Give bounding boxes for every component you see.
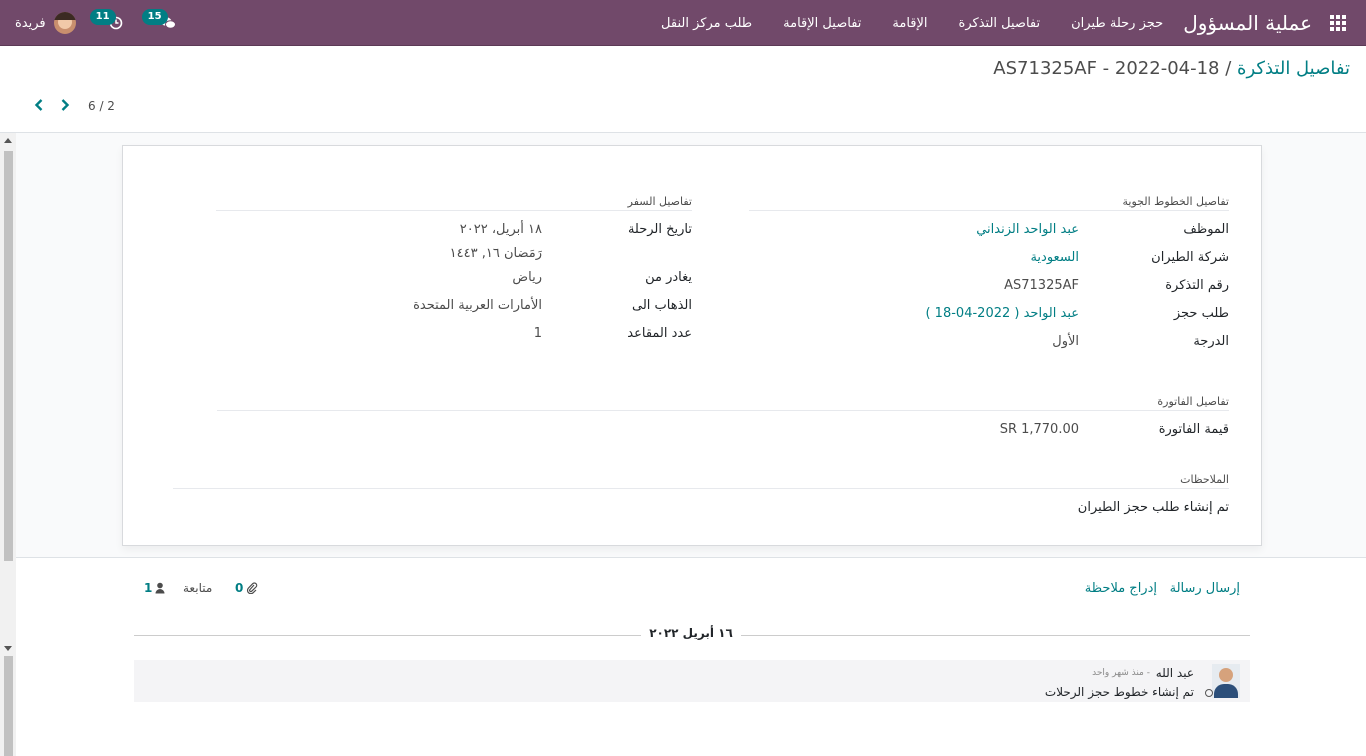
seats-label: عدد المقاعد	[627, 326, 692, 341]
breadcrumb: تفاصيل التذكرة / AS71325AF - 2022-04-18	[993, 58, 1350, 79]
attachments-count: 0	[235, 581, 244, 595]
menu-ticket-details[interactable]: تفاصيل التذكرة	[959, 16, 1041, 31]
booking-request-label: طلب حجز	[1173, 306, 1229, 321]
airline-field[interactable]: السعودية	[1030, 250, 1079, 265]
paperclip-icon	[247, 582, 258, 594]
menu-transport-request[interactable]: طلب مركز النقل	[661, 16, 752, 31]
date-separator-line-left	[134, 635, 641, 636]
airline-section-title: تفاصيل الخطوط الجوية	[1122, 195, 1230, 208]
apps-grid-icon[interactable]	[1330, 15, 1346, 31]
invoice-section-line	[217, 410, 1229, 411]
message-body: تم إنشاء خطوط حجز الرحلات	[1044, 685, 1194, 699]
date-separator: ١٦ أبريل ٢٠٢٢	[643, 626, 739, 640]
messages-badge: 15	[141, 9, 168, 25]
menu-accommodation[interactable]: الإقامة	[892, 16, 927, 31]
trip-date-field[interactable]: ١٨ أبريل، ٢٠٢٢	[460, 222, 542, 237]
pager: 6 / 2	[26, 95, 115, 117]
user-name: فريدة	[15, 15, 46, 31]
message-time: - منذ شهر واحد	[1092, 668, 1150, 678]
systray: فريدة 11 15	[15, 0, 180, 46]
breadcrumb-current: AS71325AF - 2022-04-18	[993, 58, 1220, 79]
scrollbar-thumb[interactable]	[4, 151, 13, 561]
chatter-message[interactable]: عبد الله - منذ شهر واحد تم إنشاء خطوط حج…	[134, 660, 1250, 702]
trip-date-label: تاريخ الرحلة	[627, 222, 692, 237]
travel-section-title: تفاصيل السفر	[627, 195, 692, 208]
class-label: الدرجة	[1193, 334, 1229, 349]
scrollbar[interactable]	[0, 133, 16, 756]
date-separator-line-right	[741, 635, 1250, 636]
invoice-amount-label: قيمة الفاتورة	[1158, 422, 1229, 437]
breadcrumb-separator: /	[1219, 58, 1238, 79]
employee-label: الموظف	[1183, 222, 1229, 237]
log-note-button[interactable]: إدراج ملاحظة	[1085, 581, 1157, 596]
followers-count: 1	[144, 581, 153, 595]
user-avatar	[53, 12, 76, 34]
destination-label: الذهاب الى	[632, 298, 692, 313]
attachments-button[interactable]: 0	[235, 581, 258, 595]
message-author[interactable]: عبد الله	[1156, 666, 1194, 680]
tracking-circle-icon	[1205, 689, 1213, 697]
ticket-number-label: رقم التذكرة	[1165, 278, 1229, 293]
travel-section-line	[216, 210, 692, 211]
breadcrumb-parent[interactable]: تفاصيل التذكرة	[1237, 58, 1350, 79]
app-title[interactable]: عملية المسؤول	[1183, 11, 1312, 35]
menu-accommodation-details[interactable]: تفاصيل الإقامة	[783, 16, 861, 31]
pager-previous-button[interactable]	[26, 97, 52, 116]
invoice-amount-field[interactable]: SR 1,770.00	[1000, 422, 1079, 437]
notes-field[interactable]: تم إنشاء طلب حجز الطيران	[1078, 500, 1229, 515]
departure-field[interactable]: رياض	[512, 270, 542, 285]
invoice-section-title: تفاصيل الفاتورة	[1157, 395, 1229, 408]
employee-field[interactable]: عبد الواحد الزنداني	[976, 222, 1079, 237]
pager-next-button[interactable]	[52, 97, 78, 116]
followers-button[interactable]: 1	[144, 581, 165, 595]
menu-flight-booking[interactable]: حجز رحلة طيران	[1071, 16, 1163, 31]
author-avatar[interactable]	[1212, 664, 1240, 698]
scroll-up-arrow-icon[interactable]	[4, 138, 12, 143]
top-navbar: فريدة 11 15 عملية المسؤول حجز رحلة طيران…	[0, 0, 1366, 46]
user-icon	[155, 582, 165, 594]
follow-button[interactable]: متابعة	[183, 581, 212, 595]
form-sheet: تفاصيل الخطوط الجوية الموظف عبد الواحد ا…	[122, 145, 1262, 546]
activity-menu[interactable]: 11	[89, 9, 128, 35]
chevron-left-icon	[34, 98, 43, 111]
class-field[interactable]: الأول	[1052, 334, 1079, 349]
trip-date-hijri: رَمَضان ١٦, ١٤٤٣	[449, 246, 542, 261]
destination-field[interactable]: الأمارات العربية المتحدة	[413, 298, 542, 313]
seats-field[interactable]: 1	[534, 326, 542, 341]
scroll-down-arrow-icon[interactable]	[4, 646, 12, 651]
airline-label: شركة الطيران	[1151, 250, 1229, 265]
messaging-menu[interactable]: 15	[141, 9, 180, 35]
departure-label: يغادر من	[645, 270, 692, 285]
notes-section-line	[173, 488, 1229, 489]
user-menu[interactable]: فريدة	[15, 12, 76, 34]
booking-request-field[interactable]: عبد الواحد ( 2022-04-18 )	[925, 306, 1079, 321]
airline-section-line	[749, 210, 1229, 211]
scrollbar-thumb-lower[interactable]	[4, 656, 13, 756]
notes-section-title: الملاحظات	[1180, 473, 1229, 486]
ticket-number-field[interactable]: AS71325AF	[1004, 278, 1079, 293]
send-message-button[interactable]: إرسال رسالة	[1170, 581, 1240, 596]
activity-badge: 11	[89, 9, 116, 25]
chevron-right-icon	[61, 98, 70, 111]
main-menu: عملية المسؤول حجز رحلة طيران تفاصيل التذ…	[630, 0, 1346, 46]
pager-value[interactable]: 6 / 2	[88, 99, 115, 113]
